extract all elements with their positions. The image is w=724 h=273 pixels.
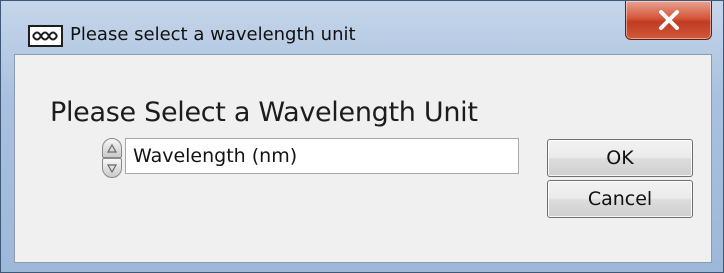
unit-spinner[interactable]	[102, 138, 122, 178]
spin-up-button[interactable]	[102, 138, 122, 158]
labview-vi-icon	[28, 25, 63, 47]
wavelength-unit-ring[interactable]: Wavelength (nm)	[125, 138, 519, 174]
dialog-window: Please select a wavelength unit Please S…	[0, 0, 724, 273]
wavelength-unit-value: Wavelength (nm)	[133, 145, 298, 167]
window-title: Please select a wavelength unit	[70, 24, 356, 45]
close-button[interactable]	[625, 1, 712, 40]
close-icon	[659, 10, 679, 30]
spin-down-button[interactable]	[102, 158, 122, 178]
dialog-heading: Please Select a Wavelength Unit	[50, 97, 478, 128]
ok-button[interactable]: OK	[547, 139, 693, 177]
arrow-down-icon	[107, 164, 117, 173]
arrow-up-icon	[107, 144, 117, 153]
cancel-button[interactable]: Cancel	[547, 180, 693, 218]
dialog-body: Please Select a Wavelength Unit Waveleng…	[14, 54, 712, 263]
title-bar[interactable]: Please select a wavelength unit	[1, 1, 723, 49]
